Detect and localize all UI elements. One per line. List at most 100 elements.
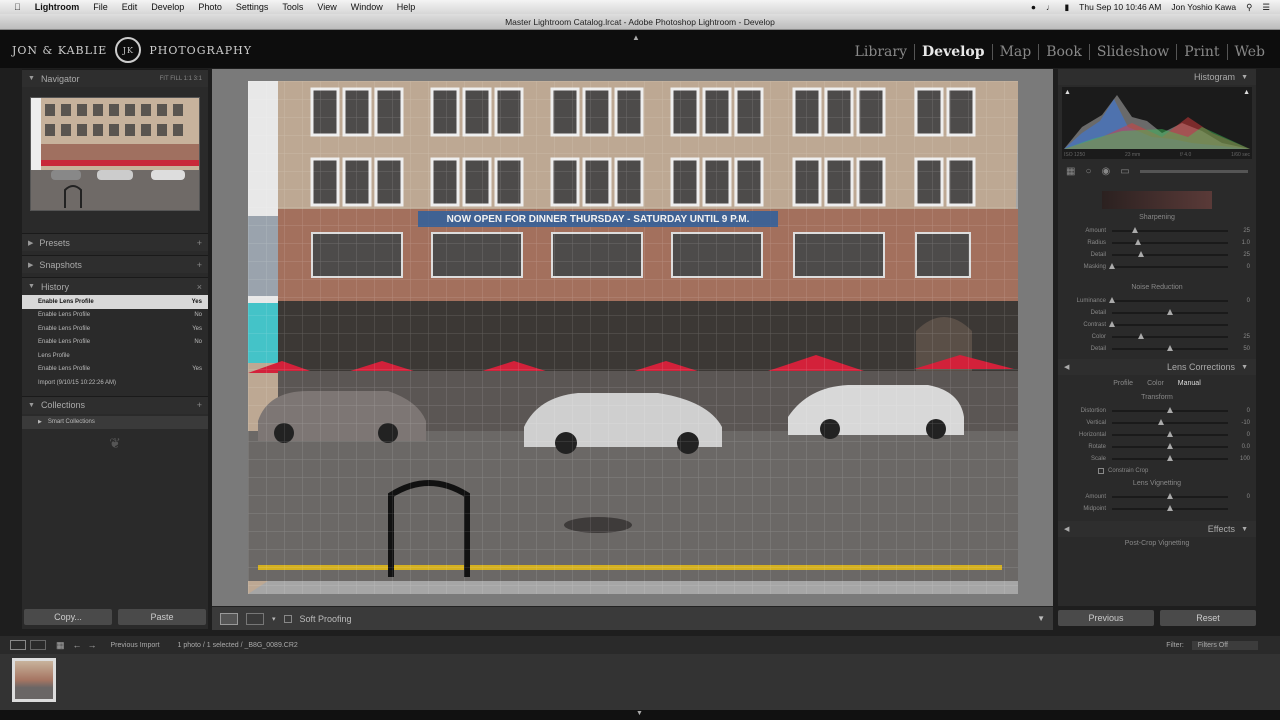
- slider-row[interactable]: Color 25: [1058, 331, 1256, 343]
- slider-value[interactable]: 25: [1234, 228, 1250, 234]
- module-book[interactable]: Book: [1038, 44, 1089, 60]
- slider-row[interactable]: Distortion 0: [1058, 405, 1256, 417]
- paste-button[interactable]: Paste: [118, 609, 206, 625]
- slider-track[interactable]: [1112, 505, 1228, 511]
- module-print[interactable]: Print: [1176, 44, 1226, 60]
- navigator-zoom[interactable]: FIT FILL 1:1 3:1: [160, 76, 202, 82]
- slider-row[interactable]: Scale 100: [1058, 453, 1256, 465]
- loupe-view-icon[interactable]: [220, 612, 238, 625]
- graduated-filter-icon[interactable]: ▭: [1120, 166, 1129, 177]
- clipping-shadows-icon[interactable]: ▲: [1064, 89, 1071, 96]
- left-edge[interactable]: [0, 69, 20, 629]
- filmstrip-thumbnail[interactable]: [12, 658, 56, 702]
- menu-window[interactable]: Window: [351, 2, 383, 12]
- slider-knob[interactable]: [1109, 263, 1115, 269]
- soft-proofing-checkbox[interactable]: [283, 614, 292, 623]
- before-after-icon[interactable]: [246, 612, 264, 625]
- menu-app[interactable]: Lightroom: [35, 2, 80, 12]
- screen-2-icon[interactable]: [30, 640, 46, 650]
- toolbar-menu-icon[interactable]: ▼: [1037, 614, 1045, 623]
- smart-collections-item[interactable]: ▶ Smart Collections: [22, 415, 208, 429]
- slider-knob[interactable]: [1167, 493, 1173, 499]
- filter-select[interactable]: Filters Off: [1191, 640, 1258, 650]
- slider-track[interactable]: [1112, 407, 1228, 413]
- screen-1-icon[interactable]: [10, 640, 26, 650]
- slider-knob[interactable]: [1167, 431, 1173, 437]
- history-item[interactable]: Enable Lens Profile No: [22, 336, 208, 350]
- snapshots-header[interactable]: ▶ Snapshots +: [22, 255, 208, 273]
- list-icon[interactable]: ☰: [1262, 2, 1270, 13]
- menu-clock[interactable]: Thu Sep 10 10:46 AM: [1079, 2, 1161, 12]
- slider-knob[interactable]: [1134, 239, 1141, 245]
- slider-track[interactable]: [1112, 345, 1228, 351]
- reset-button[interactable]: Reset: [1160, 610, 1256, 626]
- navigator-header[interactable]: ▼ Navigator FIT FILL 1:1 3:1: [22, 69, 208, 87]
- slider-row[interactable]: Detail: [1058, 307, 1256, 319]
- slider-track[interactable]: [1109, 263, 1228, 269]
- slider-row[interactable]: Radius 1.0: [1058, 237, 1256, 249]
- tab-manual[interactable]: Manual: [1178, 380, 1201, 387]
- slider-knob[interactable]: [1138, 333, 1144, 339]
- clipping-highlights-icon[interactable]: ▲: [1243, 89, 1250, 96]
- slider-knob[interactable]: [1132, 227, 1139, 233]
- slider-row[interactable]: Rotate 0.0: [1058, 441, 1256, 453]
- slider-knob[interactable]: [1109, 297, 1115, 303]
- menu-tools[interactable]: Tools: [282, 2, 303, 12]
- wifi-icon[interactable]: ●: [1031, 2, 1036, 12]
- slider-row[interactable]: Masking 0: [1058, 261, 1256, 273]
- histogram-header[interactable]: Histogram ▼: [1058, 69, 1256, 85]
- slider-value[interactable]: 0: [1234, 432, 1250, 438]
- slider-value[interactable]: 0: [1234, 264, 1250, 270]
- tab-profile[interactable]: Profile: [1113, 380, 1133, 387]
- crop-tool-icon[interactable]: ▦: [1066, 166, 1075, 177]
- battery-icon[interactable]: ▮: [1064, 2, 1069, 13]
- menu-file[interactable]: File: [93, 2, 108, 12]
- history-item[interactable]: Lens Profile: [22, 349, 208, 363]
- history-item[interactable]: Enable Lens Profile Yes: [22, 322, 208, 336]
- previous-button[interactable]: Previous: [1058, 610, 1154, 626]
- menu-edit[interactable]: Edit: [122, 2, 138, 12]
- menu-user[interactable]: Jon Yoshio Kawa: [1171, 2, 1236, 12]
- add-snapshot-icon[interactable]: +: [197, 260, 202, 270]
- slider-row[interactable]: Detail 25: [1058, 249, 1256, 261]
- slider-track[interactable]: [1112, 431, 1228, 437]
- slider-track[interactable]: [1112, 239, 1228, 245]
- apple-icon[interactable]: : [14, 2, 21, 12]
- slider-value[interactable]: 25: [1234, 252, 1250, 258]
- history-item[interactable]: Enable Lens Profile Yes: [22, 295, 208, 309]
- bottom-arrow-icon[interactable]: ▼: [636, 710, 643, 717]
- forward-arrow-icon[interactable]: →: [88, 640, 97, 650]
- effects-header[interactable]: ◀ Effects ▼: [1058, 521, 1256, 537]
- slider-value[interactable]: 0: [1234, 494, 1250, 500]
- navigator-thumbnail[interactable]: [30, 97, 200, 211]
- spot-removal-icon[interactable]: ○: [1085, 166, 1091, 177]
- menu-settings[interactable]: Settings: [236, 2, 269, 12]
- lens-corrections-header[interactable]: ◀ Lens Corrections ▼: [1058, 359, 1256, 375]
- slider-row[interactable]: Midpoint: [1058, 503, 1256, 515]
- bottom-edge[interactable]: ▼: [0, 710, 1280, 720]
- slider-track[interactable]: [1112, 227, 1228, 233]
- menu-help[interactable]: Help: [397, 2, 416, 12]
- slider-track[interactable]: [1112, 333, 1228, 339]
- slider-knob[interactable]: [1167, 345, 1173, 351]
- copy-button[interactable]: Copy...: [24, 609, 112, 625]
- slider-row[interactable]: Contrast: [1058, 319, 1256, 331]
- module-slideshow[interactable]: Slideshow: [1088, 44, 1176, 60]
- slider-value[interactable]: 1.0: [1234, 240, 1250, 246]
- module-web[interactable]: Web: [1226, 44, 1273, 60]
- add-collection-icon[interactable]: +: [197, 400, 202, 410]
- menu-develop[interactable]: Develop: [151, 2, 184, 12]
- history-item[interactable]: Enable Lens Profile Yes: [22, 363, 208, 377]
- collections-header[interactable]: ▼ Collections +: [22, 395, 208, 414]
- menu-photo[interactable]: Photo: [198, 2, 222, 12]
- histogram[interactable]: ▲ ▲ ISO 1250 23 mm f/ 4.0 1/60 sec: [1062, 87, 1252, 159]
- spotlight-icon[interactable]: ⚲: [1246, 2, 1252, 13]
- dropdown-arrow-icon[interactable]: ▾: [272, 615, 276, 623]
- slider-row[interactable]: Amount 25: [1058, 225, 1256, 237]
- slider-row[interactable]: Horizontal 0: [1058, 429, 1256, 441]
- slider-track[interactable]: [1112, 493, 1228, 499]
- slider-value[interactable]: 0.0: [1234, 444, 1250, 450]
- slider-knob[interactable]: [1138, 251, 1144, 257]
- constrain-crop-checkbox[interactable]: [1098, 468, 1104, 474]
- slider-value[interactable]: 0: [1234, 298, 1250, 304]
